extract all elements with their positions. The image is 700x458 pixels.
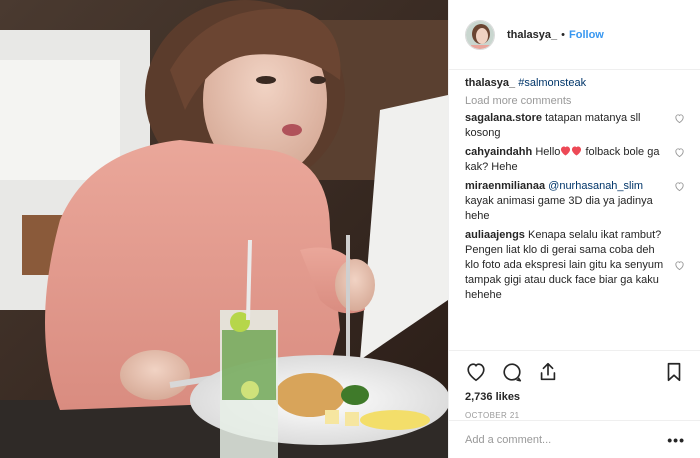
bookmark-icon[interactable] bbox=[663, 361, 685, 383]
author-username[interactable]: thalasya_ bbox=[507, 29, 557, 41]
like-comment-heart-icon[interactable] bbox=[674, 260, 685, 271]
follow-button[interactable]: Follow bbox=[569, 29, 604, 41]
post-side-panel: thalasya_ • Follow thalasya_ #salmonstea… bbox=[448, 0, 700, 458]
post-header: thalasya_ • Follow bbox=[449, 0, 700, 70]
comment-item: miraenmilianaa @nurhasanah_slim kayak an… bbox=[465, 179, 691, 224]
comment-text: kayak animasi game 3D dia ya jadinya heh… bbox=[465, 195, 653, 222]
like-heart-icon[interactable] bbox=[465, 361, 487, 383]
load-more-comments-button[interactable]: Load more comments bbox=[465, 95, 691, 107]
more-options-button[interactable]: ••• bbox=[667, 432, 685, 448]
avatar[interactable] bbox=[465, 19, 495, 50]
post-date[interactable]: OCTOBER 21 bbox=[465, 411, 685, 420]
comment-item: auliaajengs Kenapa selalu ikat rambut? P… bbox=[465, 228, 691, 303]
like-comment-heart-icon[interactable] bbox=[674, 181, 685, 192]
like-comment-heart-icon[interactable] bbox=[674, 113, 685, 124]
add-comment-input[interactable] bbox=[465, 433, 668, 446]
comment-username[interactable]: miraenmilianaa bbox=[465, 180, 545, 192]
action-icons-row bbox=[465, 359, 685, 385]
post-photo[interactable] bbox=[0, 0, 448, 458]
like-comment-heart-icon[interactable] bbox=[674, 147, 685, 158]
red-heart-emoji-icon bbox=[572, 146, 582, 156]
likes-count[interactable]: 2,736 likes bbox=[465, 391, 685, 403]
caption-username[interactable]: thalasya_ bbox=[465, 77, 515, 89]
comment-item: cahyaindahh Hello folback bole ga kak? H… bbox=[465, 145, 691, 175]
caption-hashtag[interactable]: #salmonsteak bbox=[518, 77, 586, 89]
comment-text-start: Hello bbox=[535, 146, 561, 158]
add-comment-bar: ••• bbox=[449, 420, 700, 458]
share-upload-icon[interactable] bbox=[537, 361, 559, 383]
comments-list: thalasya_ #salmonsteak Load more comment… bbox=[465, 76, 691, 307]
comment-mention[interactable]: @nurhasanah_slim bbox=[548, 180, 643, 192]
avatar-image bbox=[466, 20, 494, 49]
post-actions: 2,736 likes OCTOBER 21 bbox=[449, 350, 700, 420]
header-separator: • bbox=[561, 28, 566, 41]
post-caption: thalasya_ #salmonsteak bbox=[465, 76, 691, 91]
comment-username[interactable]: auliaajengs bbox=[465, 229, 525, 241]
comment-username[interactable]: sagalana.store bbox=[465, 112, 542, 124]
comment-bubble-icon[interactable] bbox=[501, 361, 523, 383]
post-photo-illustration bbox=[0, 0, 448, 458]
red-heart-emoji-icon bbox=[561, 146, 571, 156]
comment-username[interactable]: cahyaindahh bbox=[465, 146, 532, 158]
comment-item: sagalana.store tatapan matanya sll koson… bbox=[465, 111, 691, 141]
